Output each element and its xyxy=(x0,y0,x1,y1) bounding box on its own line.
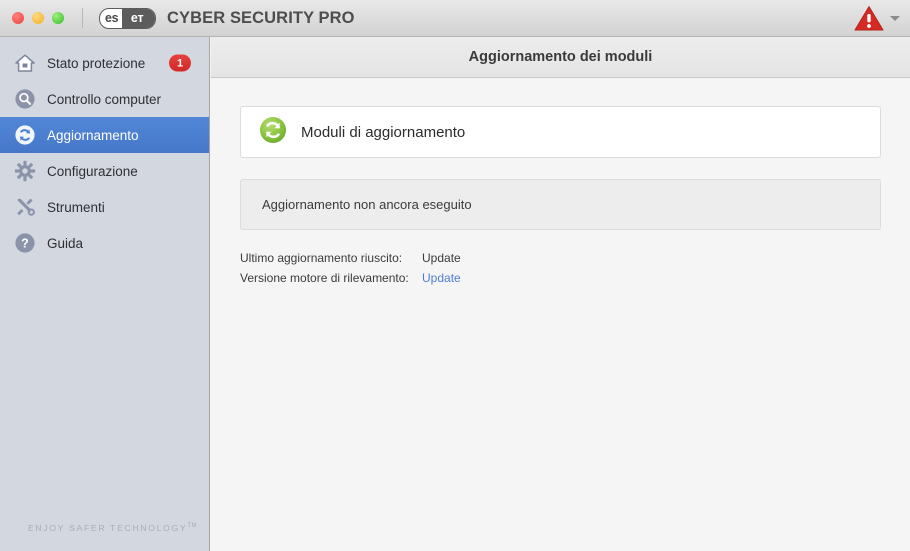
svg-text:?: ? xyxy=(21,237,29,251)
sidebar-item-controllo-computer[interactable]: Controllo computer xyxy=(0,81,209,117)
info-label: Ultimo aggiornamento riuscito: xyxy=(240,251,403,265)
refresh-icon xyxy=(12,122,38,148)
sidebar-item-aggiornamento[interactable]: Aggiornamento xyxy=(0,117,209,153)
eset-logo-right: eт xyxy=(122,8,155,28)
sidebar-item-strumenti[interactable]: Strumenti xyxy=(0,189,209,225)
gear-icon xyxy=(12,158,38,184)
sidebar-item-label: Configurazione xyxy=(47,163,138,179)
sidebar-tagline: ENJOY SAFER TECHNOLOGYTM xyxy=(28,523,197,533)
sidebar-item-label: Stato protezione xyxy=(47,55,146,71)
sidebar-item-stato-protezione[interactable]: Stato protezione 1 xyxy=(0,45,209,81)
update-status-text: Aggiornamento non ancora eseguito xyxy=(262,197,472,212)
eset-cyber-security-pro-window: es eт CYBER SECURITY PRO Stato protezion… xyxy=(0,0,910,551)
info-row-detection-engine-version: Versione motore di rilevamento: Update xyxy=(240,271,881,291)
sidebar-nav: Stato protezione 1 Controllo computer Ag… xyxy=(0,37,209,261)
zoom-button[interactable] xyxy=(52,12,64,24)
sidebar: Stato protezione 1 Controllo computer Ag… xyxy=(0,37,210,551)
status-badge: 1 xyxy=(169,54,191,72)
info-label: Versione motore di rilevamento: xyxy=(240,271,409,285)
eset-logo-left: es xyxy=(105,10,119,25)
content-body: Moduli di aggiornamento Aggiornamento no… xyxy=(211,78,910,291)
titlebar-status-area xyxy=(854,0,900,37)
titlebar-divider xyxy=(82,8,83,28)
update-info-list: Ultimo aggiornamento riuscito: Update Ve… xyxy=(240,251,881,291)
update-modules-panel[interactable]: Moduli di aggiornamento xyxy=(240,106,881,158)
sidebar-item-guida[interactable]: ? Guida xyxy=(0,225,209,261)
help-icon: ? xyxy=(12,230,38,256)
minimize-button[interactable] xyxy=(32,12,44,24)
home-icon xyxy=(12,50,38,76)
window-titlebar: es eт CYBER SECURITY PRO xyxy=(0,0,910,37)
info-row-last-successful-update: Ultimo aggiornamento riuscito: Update xyxy=(240,251,881,271)
tagline-trademark: TM xyxy=(187,523,198,530)
update-modules-icon xyxy=(259,116,287,149)
traffic-light-buttons xyxy=(12,12,64,24)
info-value: Update xyxy=(422,251,461,265)
sidebar-item-configurazione[interactable]: Configurazione xyxy=(0,153,209,189)
info-value-link[interactable]: Update xyxy=(422,271,461,285)
brand-area: es eт CYBER SECURITY PRO xyxy=(99,7,355,29)
close-button[interactable] xyxy=(12,12,24,24)
tools-icon xyxy=(12,194,38,220)
chevron-down-icon[interactable] xyxy=(890,16,900,21)
search-icon xyxy=(12,86,38,112)
sidebar-item-label: Strumenti xyxy=(47,199,105,215)
update-status-panel: Aggiornamento non ancora eseguito xyxy=(240,179,881,230)
update-modules-title: Moduli di aggiornamento xyxy=(301,123,466,141)
sidebar-item-label: Guida xyxy=(47,235,84,251)
product-title: CYBER SECURITY PRO xyxy=(167,8,355,27)
eset-logo-icon: es eт xyxy=(99,7,156,29)
warning-triangle-icon[interactable] xyxy=(854,5,884,32)
content-header: Aggiornamento dei moduli xyxy=(211,37,910,78)
sidebar-item-label: Controllo computer xyxy=(47,91,162,107)
sidebar-item-label: Aggiornamento xyxy=(47,127,139,143)
main-content: Aggiornamento dei moduli Moduli di aggio… xyxy=(211,37,910,551)
page-title: Aggiornamento dei moduli xyxy=(468,49,653,65)
tagline-text: ENJOY SAFER TECHNOLOGY xyxy=(28,523,188,533)
